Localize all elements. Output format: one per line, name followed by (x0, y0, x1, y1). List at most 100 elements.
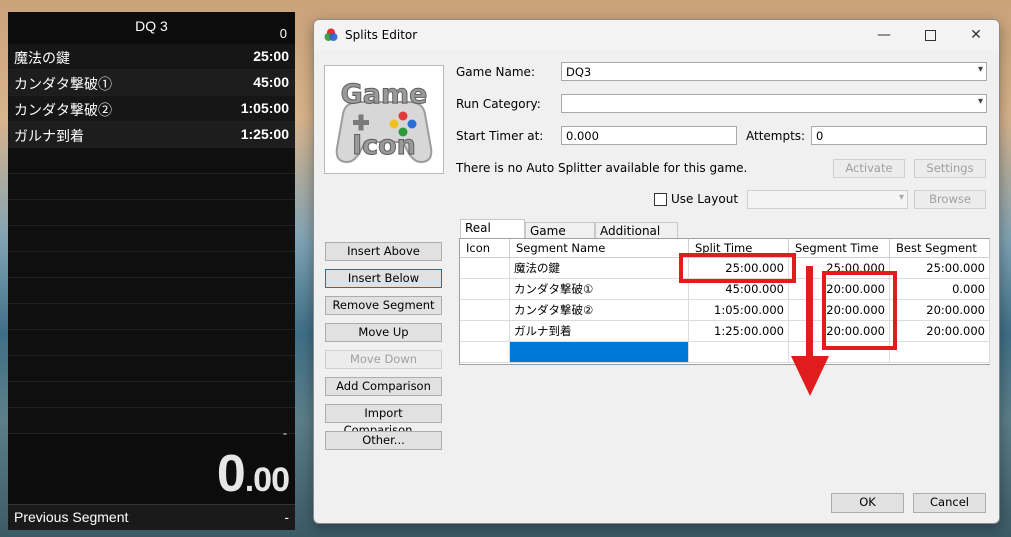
game-icon-text-bottom: Icon (352, 130, 416, 161)
split-row: ガルナ到着 1:25:00 (8, 122, 295, 148)
close-button[interactable]: ✕ (953, 20, 999, 50)
table-cell-icon[interactable] (460, 258, 510, 279)
empty-split-row (8, 148, 295, 174)
table-cell-segment-name[interactable]: カンダタ撃破② (510, 300, 689, 321)
empty-split-row (8, 252, 295, 278)
livesplit-app-icon (324, 28, 338, 41)
table-cell-split-time[interactable]: 1:05:00.000 (689, 300, 789, 321)
use-layout-label: Use Layout (671, 192, 739, 206)
annotation-arrow-shaft (806, 266, 813, 358)
move-down-button[interactable]: Move Down (325, 350, 442, 369)
attempts-input[interactable]: 0 (811, 126, 987, 145)
annotation-box-split-time (679, 253, 796, 283)
layout-combobox[interactable]: ▾ (747, 190, 908, 209)
split-time: 45:00 (253, 74, 289, 90)
table-cell-segment-name[interactable]: 魔法の鍵 (510, 258, 689, 279)
browse-button[interactable]: Browse (914, 190, 986, 209)
insert-below-button[interactable]: Insert Below (325, 269, 442, 288)
ok-button[interactable]: OK (831, 493, 904, 513)
previous-segment-value: - (284, 509, 289, 525)
attempts-label: Attempts: (746, 129, 806, 143)
tab-additional-info[interactable]: Additional Info (595, 222, 678, 254)
table-cell-best-segment[interactable]: 0.000 (890, 279, 990, 300)
split-time: 1:05:00 (240, 100, 289, 116)
activate-button[interactable]: Activate (833, 159, 905, 178)
maximize-button[interactable] (907, 20, 953, 50)
cancel-button[interactable]: Cancel (913, 493, 986, 513)
tab-game-time[interactable]: Game Time (525, 222, 595, 254)
split-time: 1:25:00 (240, 126, 289, 142)
table-cell-split-time[interactable] (689, 342, 789, 363)
empty-split-row (8, 278, 295, 304)
window-title: Splits Editor (345, 28, 418, 42)
empty-split-row (8, 356, 295, 382)
settings-button[interactable]: Settings (914, 159, 986, 178)
selected-new-segment-cell[interactable] (510, 342, 689, 363)
minimize-button[interactable]: — (861, 20, 907, 50)
title-bar: Splits Editor — ✕ (314, 20, 999, 50)
table-cell-icon[interactable] (460, 300, 510, 321)
table-cell-best-segment[interactable] (890, 342, 990, 363)
livesplit-window: DQ 3 0 魔法の鍵 25:00 カンダタ撃破① 45:00 カンダタ撃破② 1:0… (8, 12, 295, 530)
table-cell-split-time[interactable]: 1:25:00.000 (689, 321, 789, 342)
empty-split-row (8, 330, 295, 356)
delta-placeholder: - (283, 426, 287, 440)
column-header-segment-name[interactable]: Segment Name (510, 239, 689, 258)
gamepad-icon: Game Icon (325, 66, 443, 173)
split-name: カンダタ撃破② (14, 102, 112, 118)
split-list: 魔法の鍵 25:00 カンダタ撃破① 45:00 カンダタ撃破② 1:05:00 ガル… (8, 44, 295, 434)
chevron-down-icon: ▾ (898, 192, 904, 203)
game-icon-box[interactable]: Game Icon (324, 65, 444, 174)
other-button[interactable]: Other... (325, 431, 442, 450)
table-cell-best-segment[interactable]: 25:00.000 (890, 258, 990, 279)
insert-above-button[interactable]: Insert Above (325, 242, 442, 261)
game-name-combobox[interactable]: DQ3 ▾ (561, 62, 987, 81)
column-header-best-segment[interactable]: Best Segment (890, 239, 990, 258)
table-cell-icon[interactable] (460, 321, 510, 342)
previous-segment: Previous Segment - (8, 504, 295, 530)
empty-split-row (8, 226, 295, 252)
annotation-arrow-down-icon (791, 356, 829, 396)
column-header-segment-time[interactable]: Segment Time (789, 239, 890, 258)
table-cell-best-segment[interactable]: 20:00.000 (890, 321, 990, 342)
table-cell-best-segment[interactable]: 20:00.000 (890, 300, 990, 321)
import-comparison-button[interactable]: Import Comparison... (325, 404, 442, 437)
empty-split-row (8, 408, 295, 434)
empty-split-row (8, 174, 295, 200)
chevron-down-icon: ▾ (977, 64, 983, 75)
move-up-button[interactable]: Move Up (325, 323, 442, 342)
run-category-label: Run Category: (456, 97, 541, 111)
table-cell-segment-name[interactable]: カンダタ撃破① (510, 279, 689, 300)
use-layout-checkbox[interactable] (654, 193, 667, 206)
empty-split-row (8, 304, 295, 330)
start-timer-input[interactable]: 0.000 (561, 126, 737, 145)
split-name: カンダタ撃破① (14, 76, 112, 92)
previous-segment-label: Previous Segment (14, 509, 129, 525)
table-cell-segment-name[interactable]: ガルナ到着 (510, 321, 689, 342)
table-cell-icon[interactable] (460, 279, 510, 300)
split-row: 魔法の鍵 25:00 (8, 44, 295, 70)
empty-split-row (8, 200, 295, 226)
main-timer: 0.00 (216, 444, 290, 504)
auto-splitter-status: There is no Auto Splitter available for … (456, 161, 748, 175)
attempt-count: 0 (279, 26, 287, 41)
split-name: 魔法の鍵 (14, 50, 70, 66)
add-comparison-button[interactable]: Add Comparison (325, 377, 442, 396)
livesplit-header: DQ 3 0 (8, 12, 295, 44)
tab-real-time[interactable]: Real Time (460, 219, 525, 251)
game-name-value: DQ3 (566, 65, 592, 79)
timer-seconds: 0 (216, 445, 246, 503)
game-title: DQ 3 (135, 18, 168, 34)
chevron-down-icon: ▾ (977, 96, 983, 107)
empty-split-row (8, 382, 295, 408)
column-header-icon[interactable]: Icon (460, 239, 510, 258)
split-row: カンダタ撃破① 45:00 (8, 70, 295, 96)
timer-decimal: .00 (244, 461, 290, 499)
annotation-box-segment-times (822, 271, 897, 350)
run-category-combobox[interactable]: ▾ (561, 94, 987, 113)
maximize-icon (924, 29, 936, 41)
table-cell-icon[interactable] (460, 342, 510, 363)
split-row: カンダタ撃破② 1:05:00 (8, 96, 295, 122)
game-name-label: Game Name: (456, 65, 535, 79)
remove-segment-button[interactable]: Remove Segment (325, 296, 442, 315)
